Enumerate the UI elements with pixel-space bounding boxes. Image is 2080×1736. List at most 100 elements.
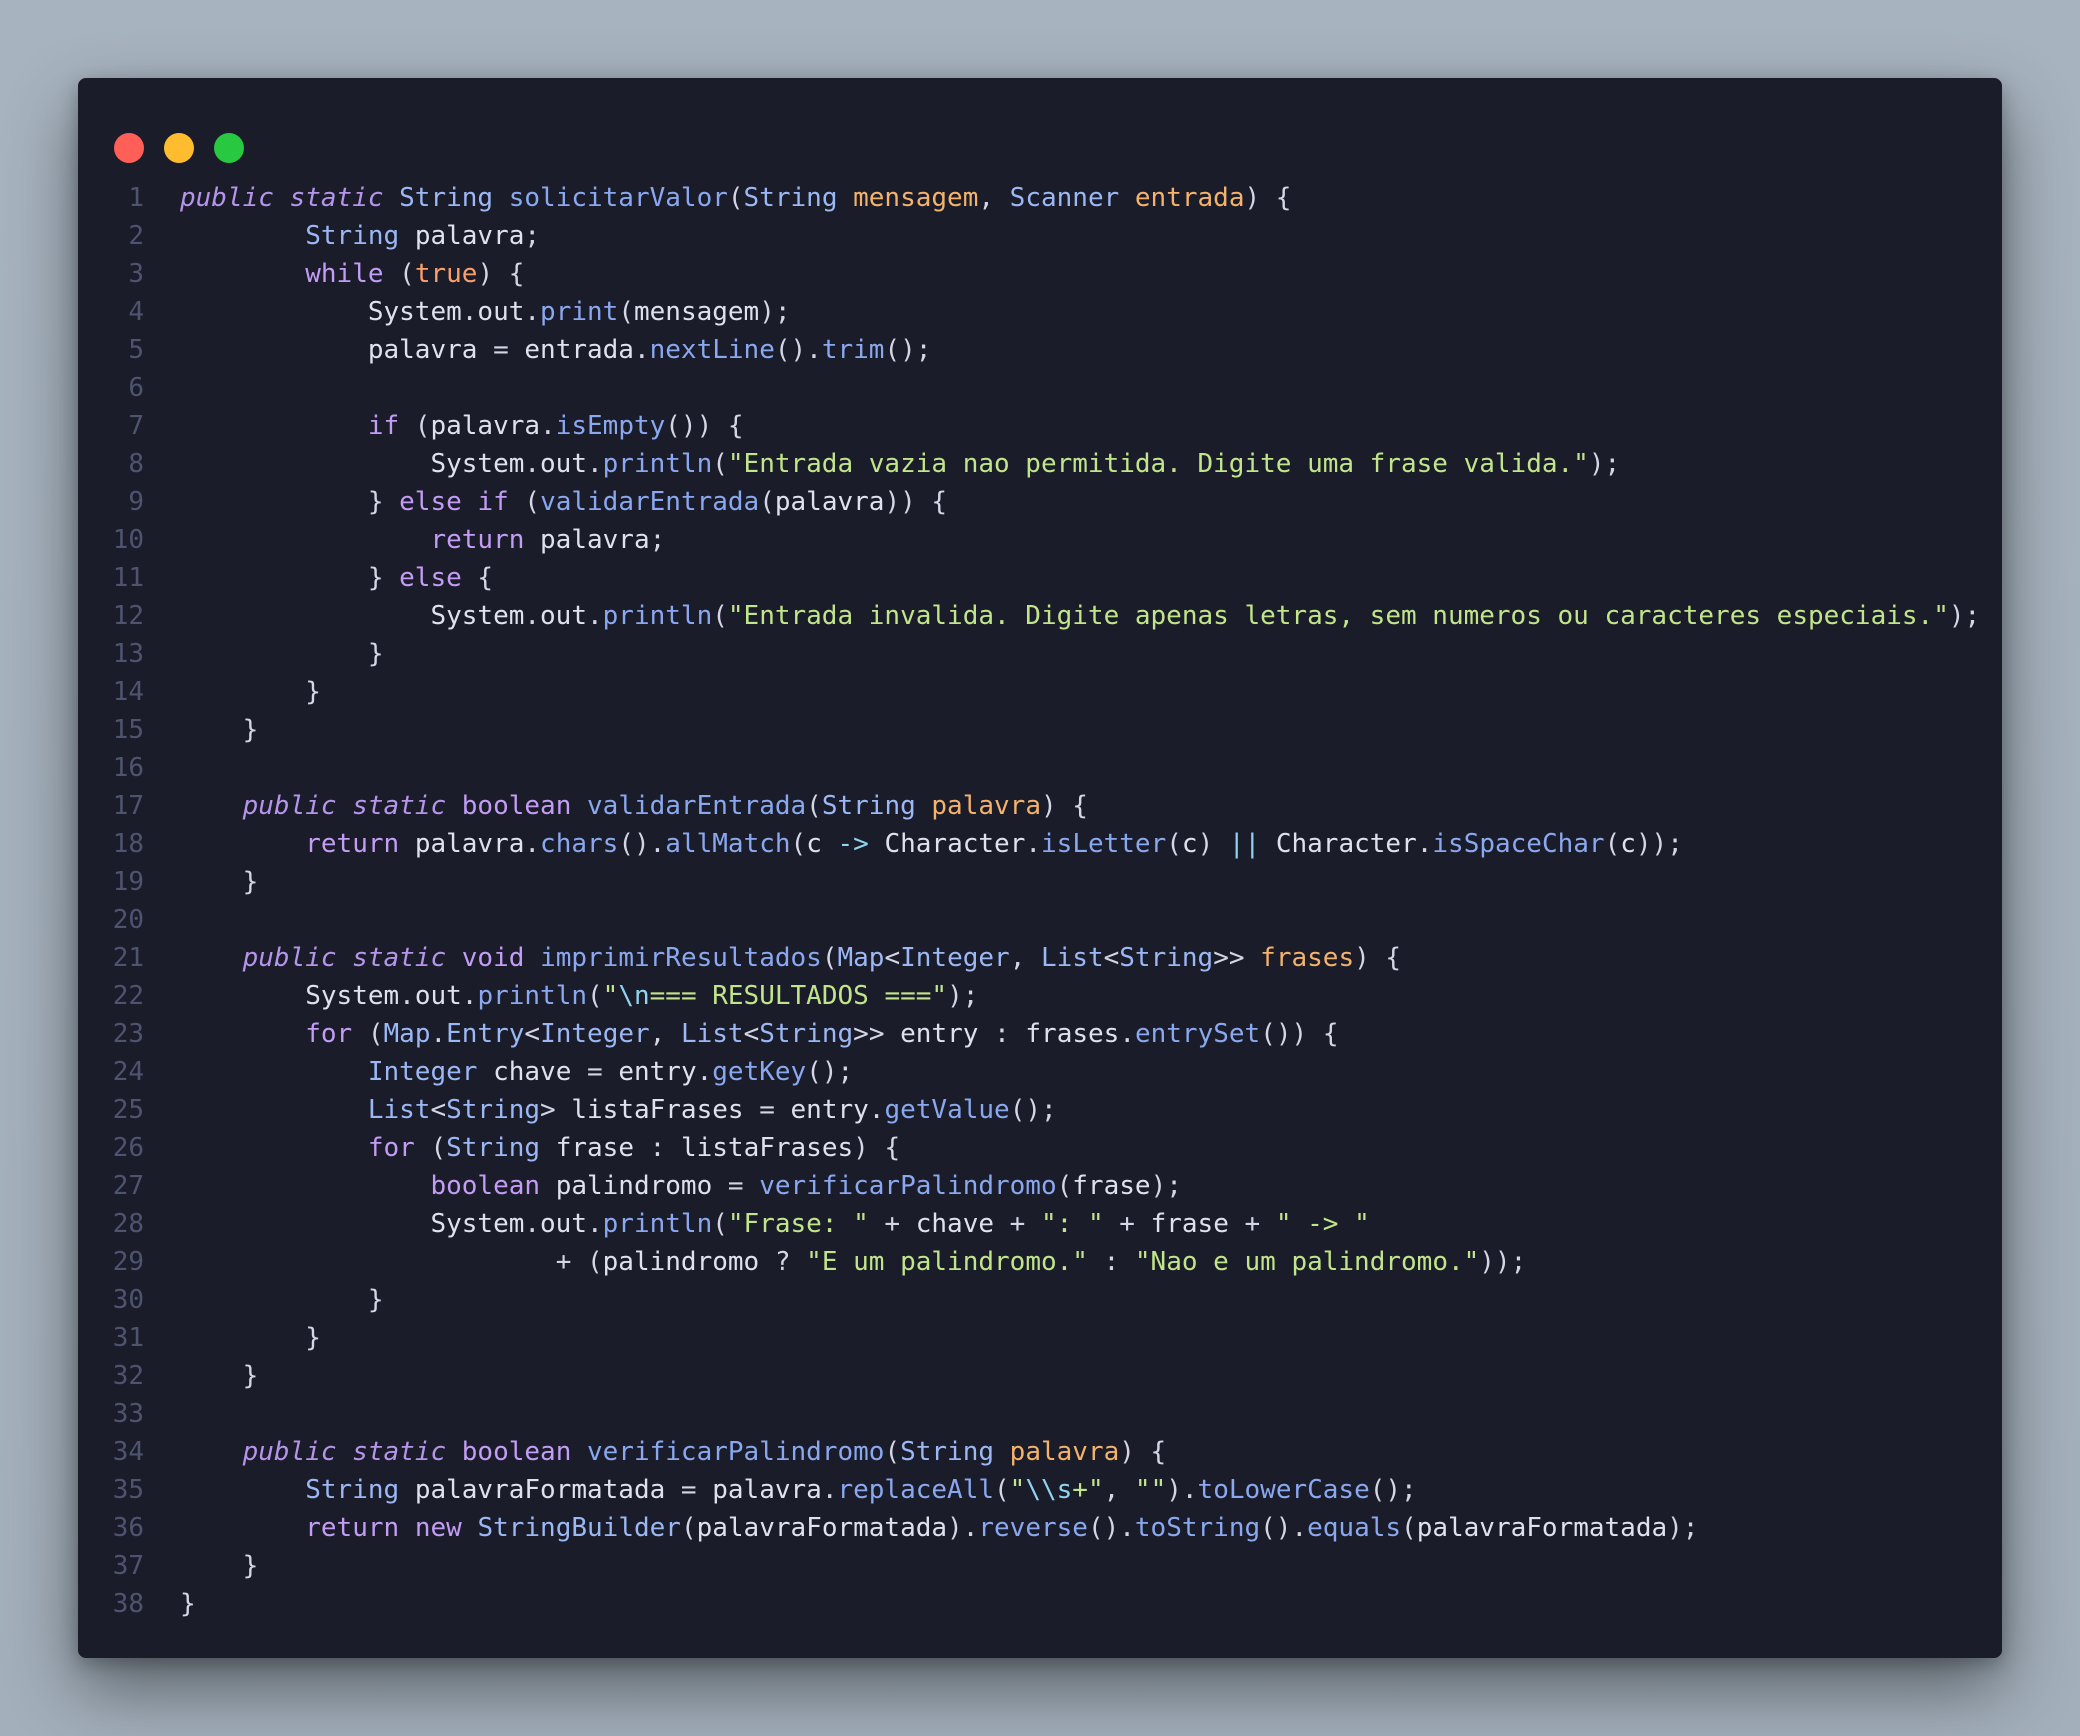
code-token: ( (352, 1019, 384, 1049)
code-token: ()) { (665, 411, 744, 441)
code-text: String palavra; (180, 221, 540, 251)
code-token: +" (1072, 1475, 1104, 1505)
code-text: } (180, 677, 321, 707)
code-token: . (540, 411, 556, 441)
line-number: 5 (128, 335, 144, 365)
code-token: . (524, 829, 541, 859)
code-token: listaFrases (571, 1095, 744, 1125)
minimize-button[interactable] (164, 133, 194, 163)
code-token: ); (1667, 1513, 1699, 1543)
code-token: === RESULTADOS ===" (649, 981, 948, 1011)
code-token: . (696, 1057, 713, 1087)
code-token: palavra (430, 411, 541, 441)
code-window: 1 public static String solicitarValor(Str… (78, 78, 2002, 1658)
code-token: List (680, 1019, 744, 1049)
code-line: 38} (78, 1585, 1980, 1623)
code-token: println (602, 601, 713, 631)
code-text: palavra = entrada.nextLine().trim(); (180, 335, 932, 365)
code-token: public (180, 183, 274, 213)
code-token: ); (759, 297, 791, 327)
code-token: ( (383, 259, 415, 289)
code-token: boolean (461, 1437, 572, 1467)
line-number: 35 (112, 1475, 144, 1505)
code-token: + (1228, 1209, 1276, 1239)
line-number: 1 (128, 183, 144, 213)
code-token: isLetter (1041, 829, 1167, 859)
code-token: . (587, 601, 603, 631)
code-token: < (1103, 943, 1120, 973)
code-token: } (242, 715, 259, 745)
line-number: 17 (112, 791, 144, 821)
code-token: chave (493, 1057, 572, 1087)
code-line: 11 } else { (78, 559, 1980, 597)
line-number: 2 (128, 221, 144, 251)
line-number: 32 (112, 1361, 144, 1391)
code-token: (). (618, 829, 666, 859)
code-token: ) { (1354, 943, 1402, 973)
code-token: } (242, 1361, 259, 1391)
code-token: ( (1604, 829, 1621, 859)
code-token: boolean (430, 1171, 541, 1201)
code-token: palavra (712, 1475, 822, 1505)
code-token: Entry (446, 1019, 525, 1049)
code-token: palavra (931, 791, 1041, 821)
code-token: ( (399, 411, 431, 441)
code-token: . (430, 1019, 447, 1049)
line-number: 13 (112, 639, 144, 669)
line-number: 11 (112, 563, 144, 593)
close-button[interactable] (114, 133, 144, 163)
code-token: ( (618, 297, 634, 327)
code-token: entrada (524, 335, 634, 365)
code-token: ) { (853, 1133, 901, 1163)
code-line: 5 palavra = entrada.nextLine().trim(); (78, 331, 1980, 369)
code-token: (). (1260, 1513, 1308, 1543)
code-line: 12 System.out.println("Entrada invalida.… (78, 597, 1980, 635)
code-text: System.out.println("Entrada vazia nao pe… (180, 449, 1620, 479)
code-text: String palavraFormatada = palavra.replac… (180, 1475, 1416, 1505)
code-token: nextLine (649, 335, 775, 365)
maximize-button[interactable] (214, 133, 244, 163)
code-text: + (palindromo ? "E um palindromo." : "Na… (180, 1247, 1527, 1277)
code-text: while (true) { (180, 259, 524, 289)
code-line: 6 (78, 369, 1980, 407)
code-token: println (602, 449, 713, 479)
code-token: out (540, 449, 587, 479)
code-token: return (430, 525, 525, 555)
code-token: } (180, 1589, 196, 1619)
code-token: String (743, 183, 838, 213)
code-token: ": " (1041, 1209, 1104, 1239)
code-token: "Frase: " (727, 1209, 869, 1239)
code-token: , (649, 1019, 681, 1049)
code-token: ( (1056, 1171, 1073, 1201)
line-number: 16 (112, 753, 144, 783)
code-token: palavra (414, 829, 525, 859)
code-token: } (367, 487, 400, 517)
code-token: palavraFormatada (1416, 1513, 1668, 1543)
line-number: 29 (112, 1247, 144, 1277)
code-editor[interactable]: 1 public static String solicitarValor(Str… (78, 179, 1980, 1623)
code-token: . (1119, 1019, 1135, 1049)
code-token: out (540, 601, 587, 631)
line-number: 27 (112, 1171, 144, 1201)
code-text: public static boolean validarEntrada(Str… (180, 791, 1088, 821)
code-token: + ( (555, 1247, 603, 1277)
code-token: String (1119, 943, 1214, 973)
code-token: (); (806, 1057, 854, 1087)
code-token: ( (712, 601, 728, 631)
code-token: entrySet (1134, 1019, 1261, 1049)
code-token: \\s (1025, 1475, 1073, 1505)
